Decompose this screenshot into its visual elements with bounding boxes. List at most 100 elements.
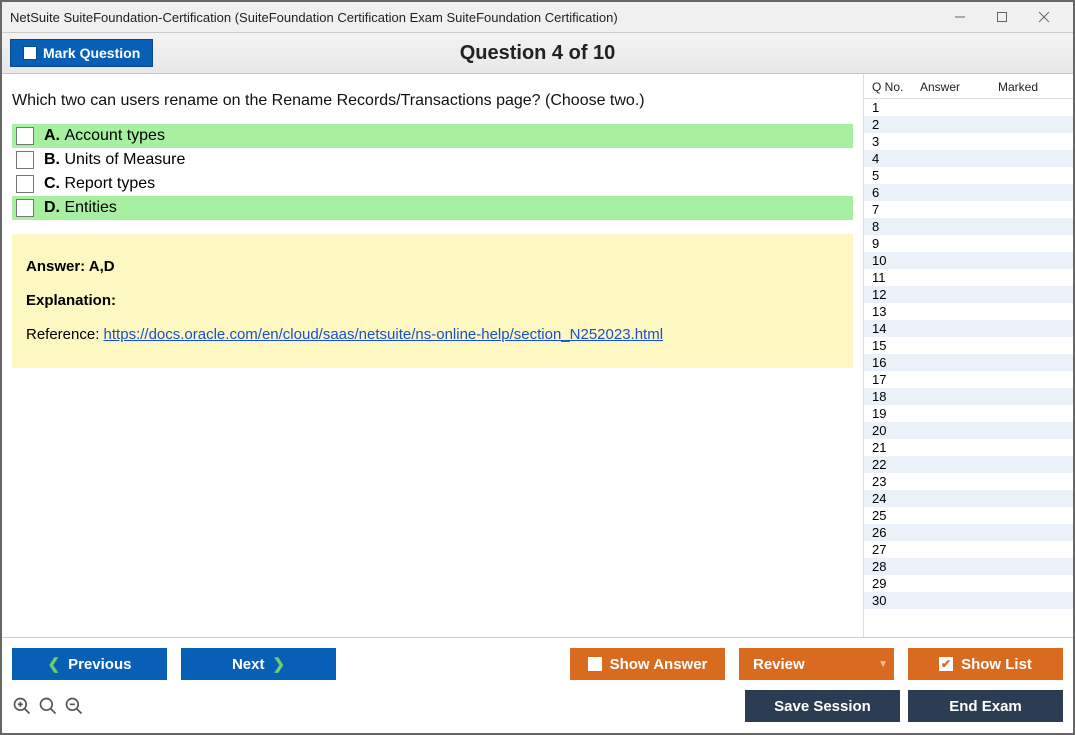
choice-checkbox[interactable] <box>16 127 34 145</box>
choice-row[interactable]: D. Entities <box>12 196 853 220</box>
maximize-button[interactable] <box>981 4 1023 30</box>
question-list-row[interactable]: 1 <box>864 99 1073 116</box>
question-list-row[interactable]: 12 <box>864 286 1073 303</box>
question-list-row[interactable]: 22 <box>864 456 1073 473</box>
question-list-row[interactable]: 3 <box>864 133 1073 150</box>
question-list-row[interactable]: 28 <box>864 558 1073 575</box>
zoom-controls <box>12 696 84 716</box>
choice-label: C. Report types <box>44 175 155 193</box>
question-list-row[interactable]: 14 <box>864 320 1073 337</box>
zoom-out-button[interactable] <box>64 696 84 716</box>
reference-link[interactable]: https://docs.oracle.com/en/cloud/saas/ne… <box>104 326 664 343</box>
question-list-row[interactable]: 2 <box>864 116 1073 133</box>
question-text: Which two can users rename on the Rename… <box>12 92 853 110</box>
choice-label: A. Account types <box>44 127 165 145</box>
magnifier-icon <box>38 696 58 716</box>
question-list-scroll[interactable]: 1234567891011121314151617181920212223242… <box>864 98 1073 637</box>
minimize-button[interactable] <box>939 4 981 30</box>
question-list-row[interactable]: 8 <box>864 218 1073 235</box>
question-list-row[interactable]: 30 <box>864 592 1073 609</box>
explanation-box: Answer: A,D Explanation: Reference: http… <box>12 234 853 368</box>
footer-row-1: ❮ Previous Next ❯ Show Answer Review ▼ ✔… <box>12 648 1063 680</box>
choice-checkbox[interactable] <box>16 199 34 217</box>
question-list-row[interactable]: 27 <box>864 541 1073 558</box>
main-area: Which two can users rename on the Rename… <box>2 74 1073 637</box>
question-list-row[interactable]: 10 <box>864 252 1073 269</box>
window-controls <box>939 4 1065 30</box>
question-list-row[interactable]: 17 <box>864 371 1073 388</box>
reference-prefix: Reference: <box>26 326 104 343</box>
choice-label: D. Entities <box>44 199 117 217</box>
title-bar: NetSuite SuiteFoundation-Certification (… <box>2 2 1073 32</box>
end-exam-label: End Exam <box>949 698 1022 715</box>
minimize-icon <box>954 11 966 23</box>
question-list-row[interactable]: 29 <box>864 575 1073 592</box>
question-list-row[interactable]: 26 <box>864 524 1073 541</box>
question-list-row[interactable]: 6 <box>864 184 1073 201</box>
chevron-left-icon: ❮ <box>48 655 61 673</box>
maximize-icon <box>996 11 1008 23</box>
question-list-row[interactable]: 5 <box>864 167 1073 184</box>
save-session-label: Save Session <box>774 698 871 715</box>
choice-checkbox[interactable] <box>16 175 34 193</box>
question-list-row[interactable]: 15 <box>864 337 1073 354</box>
next-button[interactable]: Next ❯ <box>181 648 336 680</box>
question-list-row[interactable]: 18 <box>864 388 1073 405</box>
question-list-panel: Q No. Answer Marked 12345678910111213141… <box>863 74 1073 637</box>
review-label: Review <box>753 656 805 673</box>
question-list-row[interactable]: 11 <box>864 269 1073 286</box>
dropdown-arrow-icon: ▼ <box>878 659 894 670</box>
question-list-row[interactable]: 16 <box>864 354 1073 371</box>
header-answer: Answer <box>920 80 998 94</box>
choice-row[interactable]: C. Report types <box>12 172 853 196</box>
previous-label: Previous <box>68 656 131 673</box>
choice-label: B. Units of Measure <box>44 151 185 169</box>
answer-line: Answer: A,D <box>26 252 839 282</box>
show-list-button[interactable]: ✔ Show List <box>908 648 1063 680</box>
close-icon <box>1038 11 1050 23</box>
end-exam-button[interactable]: End Exam <box>908 690 1063 722</box>
show-answer-label: Show Answer <box>610 656 708 673</box>
question-list-row[interactable]: 9 <box>864 235 1073 252</box>
app-window: NetSuite SuiteFoundation-Certification (… <box>0 0 1075 735</box>
zoom-in-icon <box>12 696 32 716</box>
header-qno: Q No. <box>872 80 920 94</box>
window-title: NetSuite SuiteFoundation-Certification (… <box>10 10 939 25</box>
chevron-right-icon: ❯ <box>272 655 285 673</box>
question-list-row[interactable]: 13 <box>864 303 1073 320</box>
header-bar: Mark Question Question 4 of 10 <box>2 32 1073 74</box>
question-list-row[interactable]: 24 <box>864 490 1073 507</box>
footer-row-2: Save Session End Exam <box>12 690 1063 722</box>
previous-button[interactable]: ❮ Previous <box>12 648 167 680</box>
close-button[interactable] <box>1023 4 1065 30</box>
question-list-row[interactable]: 21 <box>864 439 1073 456</box>
explanation-label: Explanation: <box>26 286 839 316</box>
question-list-row[interactable]: 4 <box>864 150 1073 167</box>
show-answer-button[interactable]: Show Answer <box>570 648 725 680</box>
choice-checkbox[interactable] <box>16 151 34 169</box>
question-list-row[interactable]: 7 <box>864 201 1073 218</box>
show-list-label: Show List <box>961 656 1032 673</box>
question-list-row[interactable]: 20 <box>864 422 1073 439</box>
footer: ❮ Previous Next ❯ Show Answer Review ▼ ✔… <box>2 637 1073 733</box>
question-list-row[interactable]: 25 <box>864 507 1073 524</box>
mark-question-button[interactable]: Mark Question <box>10 39 153 67</box>
zoom-in-button[interactable] <box>12 696 32 716</box>
question-panel: Which two can users rename on the Rename… <box>2 74 863 637</box>
checkbox-icon <box>23 46 37 60</box>
header-marked: Marked <box>998 80 1069 94</box>
mark-question-label: Mark Question <box>43 45 140 61</box>
question-list-header: Q No. Answer Marked <box>864 74 1073 98</box>
choice-row[interactable]: A. Account types <box>12 124 853 148</box>
question-list-row[interactable]: 23 <box>864 473 1073 490</box>
choice-row[interactable]: B. Units of Measure <box>12 148 853 172</box>
save-session-button[interactable]: Save Session <box>745 690 900 722</box>
checkbox-icon <box>588 657 602 671</box>
zoom-out-icon <box>64 696 84 716</box>
checked-box-icon: ✔ <box>939 657 953 671</box>
question-list-row[interactable]: 19 <box>864 405 1073 422</box>
zoom-reset-button[interactable] <box>38 696 58 716</box>
reference-line: Reference: https://docs.oracle.com/en/cl… <box>26 320 839 350</box>
review-button[interactable]: Review ▼ <box>739 648 894 680</box>
choice-list: A. Account types B. Units of Measure C. Re… <box>12 124 853 220</box>
